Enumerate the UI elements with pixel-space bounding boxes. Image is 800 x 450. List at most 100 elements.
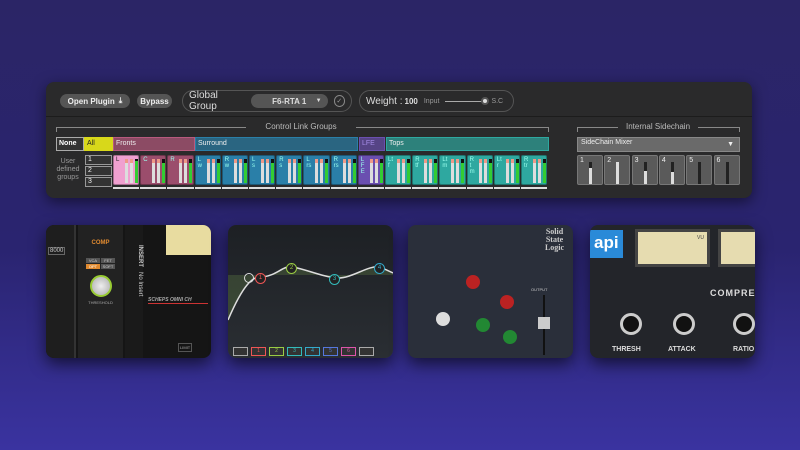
channel-strip-c[interactable]: C <box>140 155 167 185</box>
output-fader[interactable] <box>538 295 550 355</box>
fader[interactable] <box>374 159 378 183</box>
mode-vca[interactable]: VCA <box>86 258 100 263</box>
eq-node-4[interactable]: 4 <box>374 263 385 274</box>
channel-strip-rtr[interactable]: Rtr <box>521 155 548 185</box>
global-group-select[interactable]: F6-RTA 1 ▼ <box>250 94 328 108</box>
group-all[interactable]: All <box>84 137 113 151</box>
fader[interactable] <box>125 159 128 183</box>
attack-knob[interactable] <box>673 313 695 335</box>
knob[interactable] <box>436 312 450 326</box>
fader[interactable] <box>233 159 237 183</box>
knob[interactable] <box>476 318 490 332</box>
sidechain-fader[interactable] <box>725 162 729 184</box>
channel-strip-rw[interactable]: Rw <box>221 155 248 185</box>
band-3[interactable]: 3 <box>287 347 302 356</box>
thumbnail-channel-strip[interactable]: 8000 COMP VCA FET OPT SOFT THRESHOLD INSERT… <box>46 225 211 358</box>
sidechain-channel-5[interactable]: 5 <box>686 155 713 185</box>
fader[interactable] <box>179 159 183 183</box>
eq-node-1[interactable]: 1 <box>255 273 266 284</box>
limit-button[interactable]: LIMIT <box>178 343 193 352</box>
fader[interactable] <box>402 159 405 183</box>
channel-strip-ls[interactable]: Ls <box>249 155 276 185</box>
group-fronts[interactable]: Fronts <box>113 137 195 151</box>
fader[interactable] <box>510 159 514 183</box>
thumbnail-eq[interactable]: 123456 1234 <box>228 225 393 358</box>
mode-fet[interactable]: FET <box>101 258 115 263</box>
group-surround[interactable]: Surround <box>195 137 358 151</box>
channel-strip-ltf[interactable]: Ltf <box>385 155 412 185</box>
fader[interactable] <box>397 159 400 183</box>
band-highcut[interactable] <box>359 347 374 356</box>
fader[interactable] <box>456 159 460 183</box>
threshold-knob[interactable] <box>89 275 112 297</box>
channel-strip-ltm[interactable]: Ltm <box>439 155 466 185</box>
channel-strip-rtf[interactable]: Rtf <box>412 155 439 185</box>
fader[interactable] <box>266 159 269 183</box>
sidechain-fader[interactable] <box>616 162 620 184</box>
channel-strip-lfe[interactable]: LFE <box>357 155 384 185</box>
channel-strip-r[interactable]: R <box>167 155 194 185</box>
knob[interactable] <box>500 295 514 309</box>
fader[interactable] <box>157 159 161 183</box>
band-2[interactable]: 2 <box>269 347 284 356</box>
thumbnail-api[interactable]: api VU COMPRE THRESH ATTACK RATIO <box>590 225 755 358</box>
fader[interactable] <box>320 159 324 183</box>
band-5[interactable]: 5 <box>323 347 338 356</box>
eq-node-2[interactable]: 2 <box>286 263 297 274</box>
sidechain-fader[interactable] <box>670 162 674 184</box>
fader[interactable] <box>369 159 373 183</box>
eq-node-hp[interactable] <box>244 273 254 283</box>
channel-strip-rrs[interactable]: Rrs <box>330 155 357 185</box>
mode-soft[interactable]: SOFT <box>101 264 115 269</box>
sidechain-channel-3[interactable]: 3 <box>631 155 658 185</box>
knob[interactable] <box>503 330 517 344</box>
band-6[interactable]: 6 <box>341 347 356 356</box>
fader[interactable] <box>505 159 509 183</box>
sidechain-channel-2[interactable]: 2 <box>604 155 631 185</box>
channel-strip-rtm[interactable]: Rtm <box>466 155 493 185</box>
fader[interactable] <box>483 159 487 183</box>
fader[interactable] <box>533 159 536 183</box>
weight-slider[interactable] <box>445 96 490 105</box>
fader[interactable] <box>478 159 482 183</box>
slider-handle[interactable] <box>481 96 490 105</box>
bypass-button[interactable]: Bypass <box>137 94 172 108</box>
sidechain-channel-1[interactable]: 1 <box>577 155 603 185</box>
fader[interactable] <box>293 159 297 183</box>
fader[interactable] <box>130 159 133 183</box>
mode-opt[interactable]: OPT <box>86 264 100 269</box>
fader[interactable] <box>206 159 210 183</box>
eq-node-3[interactable]: 3 <box>329 274 340 285</box>
channel-strip-lrs[interactable]: Lrs <box>303 155 330 185</box>
fader[interactable] <box>424 159 428 183</box>
user-group-1[interactable]: 1 <box>85 155 112 165</box>
sidechain-channel-4[interactable]: 4 <box>658 155 685 185</box>
open-plugin-button[interactable]: Open Plugin ⤓ <box>60 94 130 108</box>
group-lfe[interactable]: LFE <box>359 137 385 151</box>
check-icon[interactable]: ✓ <box>333 95 345 107</box>
channel-strip-rs[interactable]: Rs <box>276 155 303 185</box>
fader[interactable] <box>429 159 433 183</box>
band-1[interactable]: 1 <box>251 347 266 356</box>
thumbnail-ssl[interactable]: Solid State Logic OUTPUT <box>408 225 573 358</box>
group-none[interactable]: None <box>56 137 84 151</box>
fader[interactable] <box>211 159 215 183</box>
fader[interactable] <box>184 159 188 183</box>
channel-strip-l[interactable]: L <box>113 155 140 185</box>
fader[interactable] <box>261 159 264 183</box>
band-lowcut[interactable] <box>233 347 248 356</box>
sidechain-channel-6[interactable]: 6 <box>713 155 740 185</box>
fader[interactable] <box>315 159 319 183</box>
band-4[interactable]: 4 <box>305 347 320 356</box>
sidechain-fader[interactable] <box>643 162 647 184</box>
thresh-knob[interactable] <box>620 313 642 335</box>
fader[interactable] <box>538 159 541 183</box>
fader[interactable] <box>238 159 242 183</box>
fader[interactable] <box>451 159 455 183</box>
sidechain-fader[interactable] <box>589 162 592 184</box>
channel-strip-ltr[interactable]: Ltr <box>493 155 520 185</box>
user-group-3[interactable]: 3 <box>85 177 112 187</box>
insert-strip[interactable]: INSERT No Insert <box>125 225 143 358</box>
ratio-knob[interactable] <box>733 313 755 335</box>
sidechain-fader[interactable] <box>698 162 702 184</box>
